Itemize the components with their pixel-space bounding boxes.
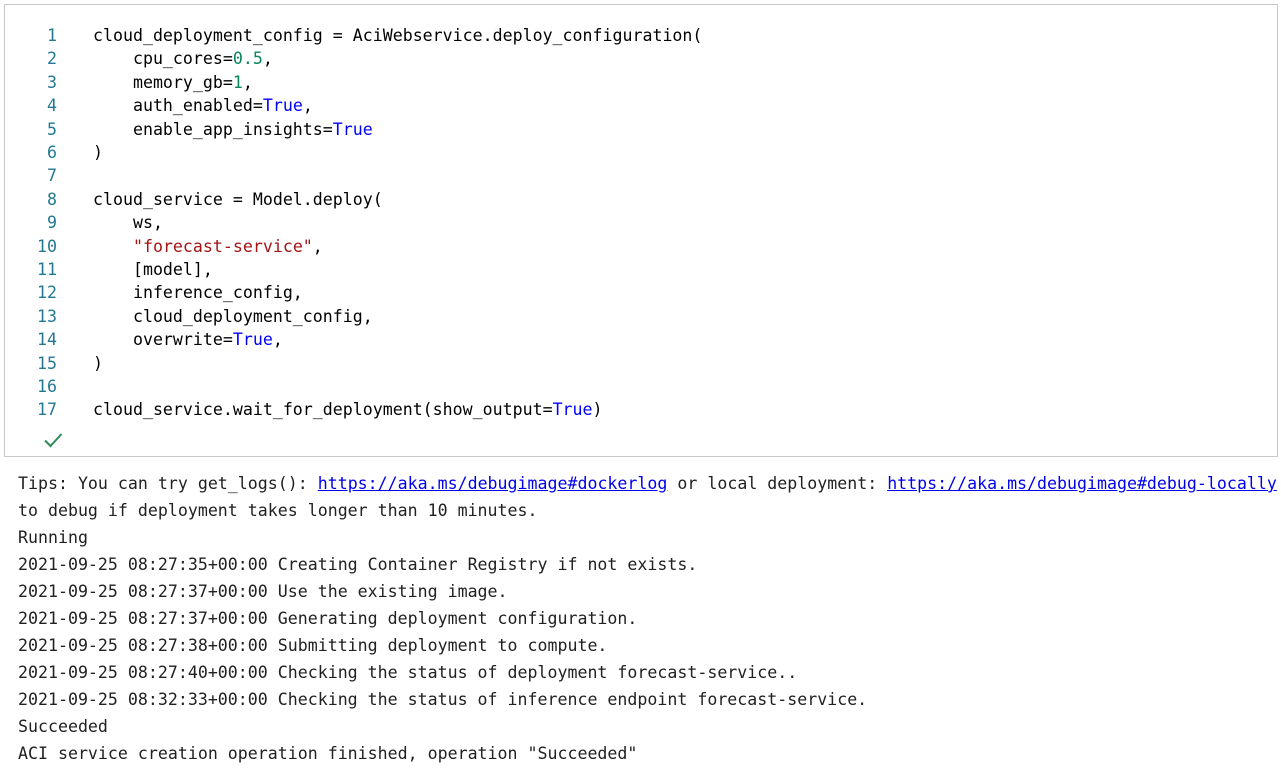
code-cell[interactable]: 1 cloud_deployment_config = AciWebservice… xyxy=(4,4,1278,457)
code-text: ) xyxy=(93,141,103,164)
debug-locally-link[interactable]: https://aka.ms/debugimage#debug-locally xyxy=(887,474,1277,493)
checkmark-icon xyxy=(44,433,63,448)
output-line: Running xyxy=(18,528,88,547)
tips-middle: or local deployment: xyxy=(667,474,888,493)
code-token: True xyxy=(262,96,303,116)
code-token: True xyxy=(552,400,593,420)
code-token: cloud_service.wait_for_deployment(show_o… xyxy=(93,400,553,420)
line-number: 17 xyxy=(37,400,57,420)
line-number: 9 xyxy=(47,213,57,233)
code-token: cpu_cores= xyxy=(93,49,233,69)
code-token: ) xyxy=(93,143,103,162)
output-line: Succeeded xyxy=(18,717,108,736)
output-tips-continuation: to debug if deployment takes longer than… xyxy=(18,501,538,520)
line-number: 11 xyxy=(37,260,57,279)
code-token: auth_enabled= xyxy=(93,96,263,116)
output-line: 2021-09-25 08:27:37+00:00 Use the existi… xyxy=(18,582,508,601)
line-number: 1 xyxy=(47,26,57,45)
code-token: memory_gb= xyxy=(93,72,233,92)
code-text: memory_gb=1, xyxy=(93,71,253,94)
output-line: 2021-09-25 08:27:38+00:00 Submitting dep… xyxy=(18,636,608,655)
output-line: 2021-09-25 08:27:37+00:00 Generating dep… xyxy=(18,609,638,628)
code-text: cloud_service = Model.deploy( xyxy=(93,188,383,211)
code-token: , xyxy=(302,96,313,116)
code-text: overwrite=True, xyxy=(93,328,283,351)
code-token: 1 xyxy=(232,72,243,92)
dockerlog-link[interactable]: https://aka.ms/debugimage#dockerlog xyxy=(318,474,668,493)
code-token: "forecast-service" xyxy=(132,236,313,256)
line-number: 6 xyxy=(47,143,57,162)
code-text: cloud_service.wait_for_deployment(show_o… xyxy=(93,398,603,421)
code-token: enable_app_insights= xyxy=(93,119,333,139)
output-line: 2021-09-25 08:32:33+00:00 Checking the s… xyxy=(18,690,868,709)
code-text: cloud_deployment_config = AciWebservice.… xyxy=(93,24,702,47)
output-tips-line: Tips: You can try get_logs(): https://ak… xyxy=(18,470,1277,497)
code-token: , xyxy=(262,49,273,69)
code-text: "forecast-service", xyxy=(93,235,323,258)
code-token: ) xyxy=(93,353,103,373)
line-number: 7 xyxy=(47,166,57,186)
code-token: True xyxy=(232,330,273,350)
code-text: [model], xyxy=(93,258,213,281)
code-token: , xyxy=(312,236,323,256)
code-text: cpu_cores=0.5, xyxy=(93,47,273,70)
code-token: cloud_deployment_config, xyxy=(93,306,373,326)
code-text: ) xyxy=(93,352,103,375)
line-number: 2 xyxy=(47,49,57,69)
line-number: 3 xyxy=(47,72,57,92)
output-line: 2021-09-25 08:27:35+00:00 Creating Conta… xyxy=(18,555,698,574)
output-line: ACI service creation operation finished,… xyxy=(18,744,638,763)
line-number: 5 xyxy=(47,119,57,139)
code-text: enable_app_insights=True xyxy=(93,118,373,141)
code-token: cloud_deployment_config = AciWebservice.… xyxy=(93,26,703,45)
line-number: 13 xyxy=(37,306,57,326)
code-token: , xyxy=(272,330,283,350)
tips-prefix: Tips: You can try get_logs(): xyxy=(18,474,318,493)
code-token: cloud_service = Model.deploy( xyxy=(93,189,383,209)
line-number: 10 xyxy=(37,236,57,256)
code-token: ws, xyxy=(93,213,163,233)
code-token: overwrite= xyxy=(93,330,233,350)
code-token: inference_config, xyxy=(93,283,303,303)
code-token: 0.5 xyxy=(232,49,263,69)
code-text: auth_enabled=True, xyxy=(93,94,313,117)
code-text: ws, xyxy=(93,211,163,234)
output-line: 2021-09-25 08:27:40+00:00 Checking the s… xyxy=(18,663,798,682)
code-token: True xyxy=(332,119,373,139)
code-token: ) xyxy=(592,400,603,420)
code-text: inference_config, xyxy=(93,281,303,304)
line-number: 4 xyxy=(47,96,57,116)
line-number: 8 xyxy=(47,189,57,209)
code-text: cloud_deployment_config, xyxy=(93,305,373,328)
line-number: 14 xyxy=(37,330,57,350)
code-token: , xyxy=(242,72,253,92)
code-token: [model], xyxy=(93,260,213,279)
line-number: 16 xyxy=(37,377,57,396)
line-number: 15 xyxy=(37,353,57,373)
line-number: 12 xyxy=(37,283,57,303)
